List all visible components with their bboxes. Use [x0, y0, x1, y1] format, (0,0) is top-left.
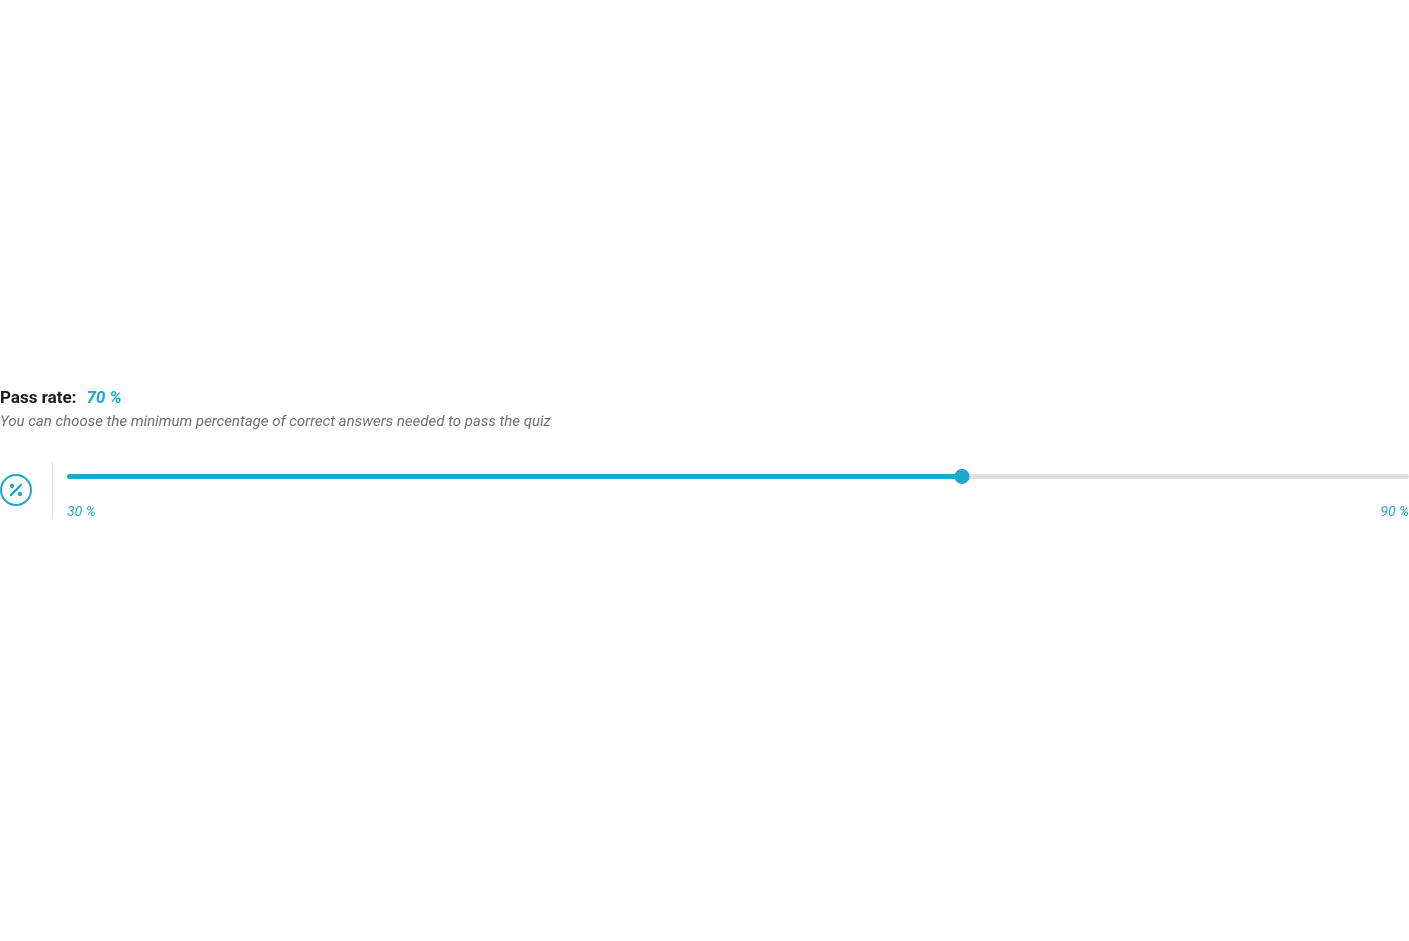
- slider-labels: 30 % 90 %: [67, 504, 1409, 520]
- pass-rate-value: 70 %: [86, 388, 121, 408]
- pass-rate-description: You can choose the minimum percentage of…: [0, 412, 1409, 430]
- pass-rate-slider-row: 30 % 90 %: [0, 462, 1409, 520]
- slider-min-label: 30 %: [67, 504, 96, 520]
- slider-track-fill: [67, 474, 962, 479]
- pass-rate-slider[interactable]: [67, 468, 1409, 484]
- slider-section: 30 % 90 %: [67, 462, 1409, 520]
- pass-rate-header: Pass rate: 70 %: [0, 388, 1409, 408]
- slider-thumb[interactable]: [954, 469, 969, 484]
- percent-icon: [0, 474, 32, 506]
- vertical-divider: [52, 462, 53, 518]
- pass-rate-label: Pass rate:: [0, 388, 76, 408]
- slider-max-label: 90 %: [1380, 504, 1409, 520]
- percent-icon-section: [0, 462, 32, 518]
